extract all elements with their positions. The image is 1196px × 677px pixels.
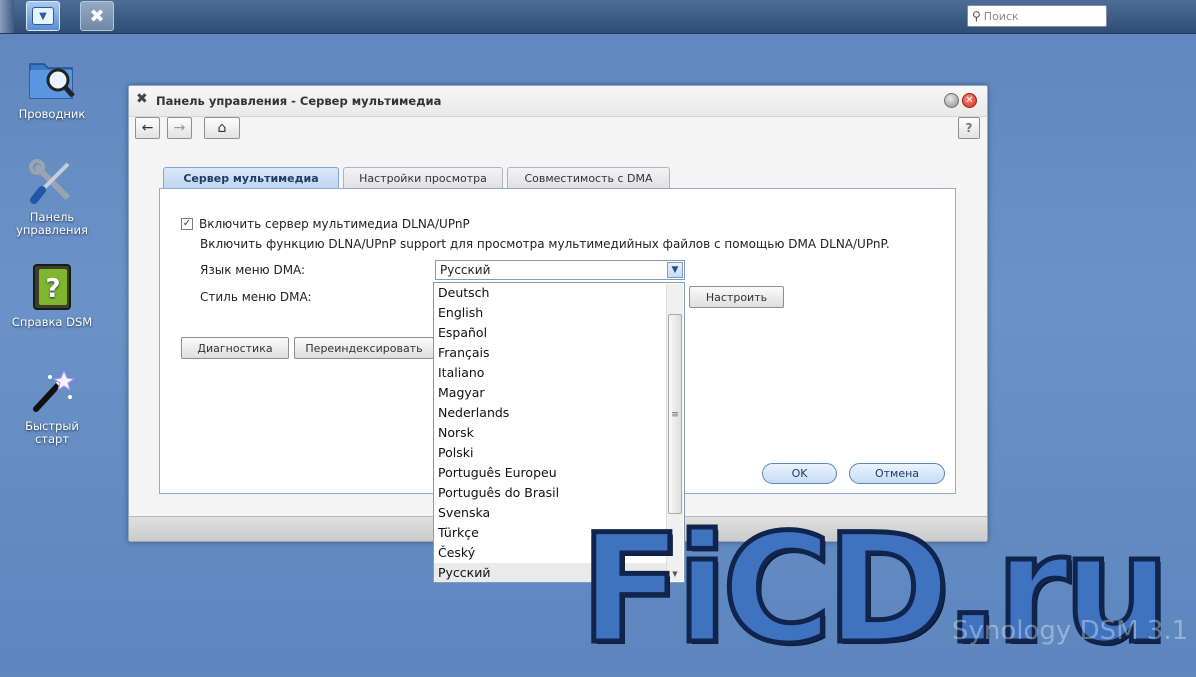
dma-style-label: Стиль меню DMA: — [200, 290, 312, 304]
window-titlebar[interactable]: ✖ Панель управления - Сервер мультимедиа… — [129, 86, 987, 117]
configure-button[interactable]: Настроить — [689, 286, 784, 308]
diagnostics-button[interactable]: Диагностика — [181, 337, 289, 359]
taskbar-control-panel-button[interactable]: ✖ — [80, 1, 114, 31]
taskbar-grip — [0, 0, 14, 33]
search-input[interactable] — [983, 9, 1094, 23]
scrollbar-thumb[interactable]: ≡ — [668, 314, 682, 514]
desktop-icon-control-panel[interactable]: Панель управления — [7, 157, 97, 237]
dma-language-value: Русский — [440, 263, 491, 277]
dropdown-option[interactable]: Norsk — [434, 423, 667, 443]
dma-language-select[interactable]: Русский ▼ — [435, 260, 685, 280]
dropdown-option[interactable]: Français — [434, 343, 667, 363]
folder-search-icon — [27, 54, 77, 104]
help-icon: ? — [965, 121, 973, 135]
window-title: Панель управления - Сервер мультимедиа — [156, 94, 442, 108]
arrow-left-icon: ← — [141, 120, 154, 136]
tab-media-server[interactable]: Сервер мультимедиа — [163, 167, 339, 189]
cancel-button[interactable]: Отмена — [849, 463, 945, 484]
home-icon: ⌂ — [217, 120, 227, 136]
tab-view-settings[interactable]: Настройки просмотра — [343, 167, 503, 188]
tools-icon: ✖ — [136, 91, 148, 107]
dropdown-option[interactable]: Deutsch — [434, 283, 667, 303]
close-icon: ✕ — [965, 95, 974, 106]
desktop-icon-label: Быстрый старт — [25, 419, 79, 446]
home-button[interactable]: ⌂ — [204, 117, 240, 139]
reindex-button[interactable]: Переиндексировать — [294, 337, 434, 359]
main-menu-icon: ▼ — [32, 7, 54, 25]
main-menu-button[interactable]: ▼ — [26, 1, 60, 31]
desktop-icon-label: Проводник — [18, 107, 86, 121]
magic-wand-icon — [27, 366, 77, 416]
forward-button[interactable]: → — [167, 117, 192, 139]
back-button[interactable]: ← — [135, 117, 160, 139]
dma-language-label: Язык меню DMA: — [200, 263, 306, 277]
enable-media-server-checkbox[interactable]: ✓ — [181, 218, 193, 230]
dropdown-option[interactable]: Magyar — [434, 383, 667, 403]
desktop-icon-file-browser[interactable]: Проводник — [7, 54, 97, 121]
dropdown-option[interactable]: Português do Brasil — [434, 483, 667, 503]
dropdown-option[interactable]: Português Europeu — [434, 463, 667, 483]
help-button[interactable]: ? — [958, 117, 980, 139]
search-box[interactable]: ⚲ — [967, 5, 1107, 27]
arrow-right-icon: → — [173, 120, 186, 136]
search-icon: ⚲ — [972, 9, 981, 23]
dropdown-option[interactable]: Italiano — [434, 363, 667, 383]
site-watermark: FiCD.ru — [577, 503, 1172, 677]
taskbar: ▼ ✖ ⚲ — [0, 0, 1196, 34]
desktop-icon-dsm-help[interactable]: ? Справка DSM — [7, 262, 97, 329]
tab-dma-compatibility[interactable]: Совместимость с DMA — [507, 167, 670, 188]
svg-text:?: ? — [45, 274, 60, 304]
dropdown-option[interactable]: Polski — [434, 443, 667, 463]
help-book-icon: ? — [27, 262, 77, 312]
dropdown-option[interactable]: Español — [434, 323, 667, 343]
desktop-icon-quick-start[interactable]: Быстрый старт — [7, 366, 97, 446]
desktop-icon-label: Панель управления — [16, 210, 88, 237]
tools-icon: ✖ — [89, 5, 105, 27]
close-button[interactable]: ✕ — [962, 93, 977, 108]
dropdown-option[interactable]: English — [434, 303, 667, 323]
description-text: Включить функцию DLNA/UPnP support для п… — [200, 237, 890, 251]
tools-icon — [27, 157, 77, 207]
chevron-down-icon[interactable]: ▼ — [667, 262, 683, 278]
minimize-button[interactable] — [944, 93, 959, 108]
enable-media-server-row[interactable]: ✓ Включить сервер мультимедиа DLNA/UPnP — [181, 217, 470, 231]
enable-media-server-label: Включить сервер мультимедиа DLNA/UPnP — [199, 217, 470, 231]
brand-watermark: Synology DSM 3.1 — [952, 616, 1189, 646]
dropdown-option[interactable]: Nederlands — [434, 403, 667, 423]
ok-button[interactable]: OK — [762, 463, 837, 484]
desktop-icon-label: Справка DSM — [11, 315, 93, 329]
